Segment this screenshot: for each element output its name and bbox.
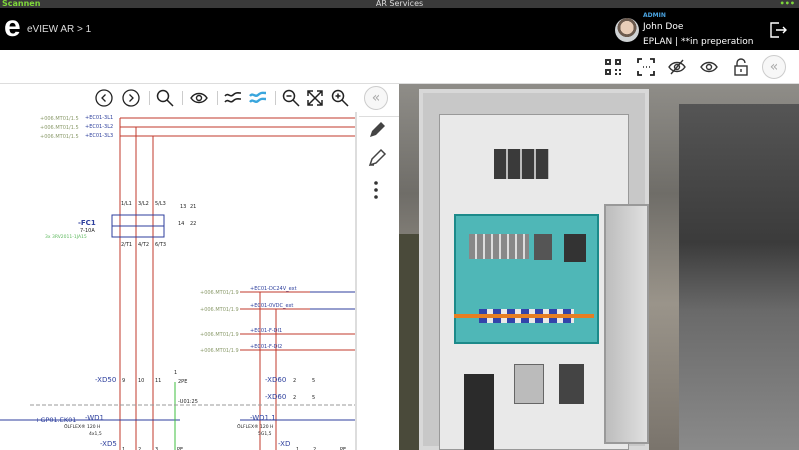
contactor	[494, 149, 549, 179]
terminal-label: 10	[138, 378, 144, 384]
gp01-label: +GP01.EK01	[35, 416, 76, 424]
wd1-label: -WD1	[85, 414, 104, 422]
divider	[182, 91, 183, 105]
terminal-label: 22	[190, 221, 196, 227]
terminal-label: 2/T1	[121, 242, 132, 248]
workshop-background	[679, 104, 799, 450]
scan-frame-icon[interactable]	[637, 58, 655, 76]
terminal-label: 9	[122, 378, 125, 384]
terminal-label: 21	[190, 204, 196, 210]
highlighter-icon[interactable]	[367, 148, 387, 168]
signal-name: +EC01-0VDC_ext	[250, 303, 293, 309]
previous-page-icon[interactable]	[95, 89, 113, 107]
divider	[359, 116, 399, 117]
avatar[interactable]	[615, 18, 639, 42]
power-supply	[514, 364, 544, 404]
terminal-label: 1/L1	[121, 201, 132, 207]
terminal-label: 5/L3	[155, 201, 166, 207]
divider	[217, 91, 218, 105]
wave-icon[interactable]	[224, 89, 242, 107]
zoom-out-icon[interactable]	[282, 89, 300, 107]
unlock-icon[interactable]	[732, 58, 750, 76]
eye-icon[interactable]	[190, 89, 208, 107]
signal-ref: +006.MT01/1.9	[200, 348, 239, 354]
next-page-icon[interactable]	[122, 89, 140, 107]
ar-camera-view[interactable]	[399, 84, 799, 450]
zoom-in-icon[interactable]	[331, 89, 349, 107]
terminal-block	[469, 234, 529, 259]
collapse-right-button[interactable]: «	[762, 55, 786, 79]
ref-label: +006.MT01/1.5	[40, 116, 79, 122]
breadcrumb[interactable]: eVIEW AR > 1	[27, 24, 91, 35]
terminal-label: 2	[293, 378, 296, 384]
component	[564, 234, 586, 262]
more-icon[interactable]	[371, 180, 381, 200]
signal-ref: +006.MT01/1.9	[200, 307, 239, 313]
signal-ref: +006.MT01/1.9	[200, 332, 239, 338]
wd1-cable: ÖLFLEX® 120 H	[64, 423, 100, 430]
app-header: e eVIEW AR > 1 ADMIN John Doe EPLAN | **…	[0, 8, 799, 50]
wiring-duct	[454, 314, 594, 318]
xd5-label: -XD5	[100, 440, 117, 448]
cabinet-door	[604, 204, 649, 444]
terminal-label: 14	[178, 221, 184, 227]
collapse-left-button[interactable]: «	[364, 86, 388, 110]
wave-active-icon[interactable]	[249, 89, 267, 107]
xd50-label: -XD50	[95, 376, 116, 384]
terminal-label: 13	[180, 204, 186, 210]
drive-unit	[464, 374, 494, 450]
status-title: AR Services	[375, 0, 424, 8]
eye-icon[interactable]	[700, 58, 718, 76]
user-role: ADMIN	[643, 12, 666, 19]
logout-icon[interactable]	[768, 20, 788, 40]
u01-label: -U01:25	[178, 399, 198, 405]
qr-code-icon[interactable]	[604, 58, 622, 76]
component	[559, 364, 584, 404]
device-rating: 7-10A	[80, 228, 95, 234]
part-number: 3x 3RV2011-1JA15	[45, 234, 87, 240]
line-label: +EC01-3L1	[85, 115, 113, 121]
terminal-label: 11	[155, 378, 161, 384]
wd11-cable: ÖLFLEX® 120 H	[237, 423, 273, 430]
signal-name: +EC01-DC24V_ext	[250, 286, 297, 292]
device-label: -FC1	[78, 219, 96, 227]
wd11-size: 5G1,5	[258, 431, 272, 437]
schematic-view[interactable]: +006.MT01/1.5 +006.MT01/1.5 +006.MT01/1.…	[0, 112, 357, 450]
divider	[275, 91, 276, 105]
wd11-label: -WD1.1	[250, 414, 276, 422]
schematic-toolbar	[0, 84, 360, 112]
signal-ref: +006.MT01/1.9	[200, 290, 239, 296]
xd-label: -XD	[278, 440, 290, 448]
component	[534, 234, 552, 260]
wd1-size: 4x1,5	[89, 431, 102, 437]
terminal-label: 5	[312, 395, 315, 401]
ar-toolbar: «	[0, 50, 799, 84]
user-name: John Doe	[643, 22, 684, 32]
fit-screen-icon[interactable]	[306, 89, 324, 107]
terminal-label: 6/T3	[155, 242, 166, 248]
signal-name: +EC01-F-DI2	[250, 344, 282, 350]
pen-icon[interactable]	[367, 120, 387, 140]
battery-indicator: •••	[779, 0, 795, 8]
xd60b-label: -XD60	[265, 393, 286, 401]
ref-label: +006.MT01/1.5	[40, 134, 79, 140]
divider	[149, 91, 150, 105]
user-org: EPLAN | **in preperation	[643, 37, 754, 47]
terminal-label: 1	[174, 370, 177, 376]
side-tools: «	[359, 84, 399, 450]
status-bar: Scannen AR Services •••	[0, 0, 799, 8]
line-label: +EC01-3L3	[85, 133, 113, 139]
terminal-label: 5	[312, 378, 315, 384]
signal-name: +EC01-F-DI1	[250, 328, 282, 334]
terminal-label: 3/L2	[138, 201, 149, 207]
terminal-label: 2	[293, 395, 296, 401]
hide-icon[interactable]	[668, 58, 686, 76]
xd60-label: -XD60	[265, 376, 286, 384]
eplan-logo[interactable]: e	[4, 12, 21, 42]
search-icon[interactable]	[156, 89, 174, 107]
ref-label: +006.MT01/1.5	[40, 125, 79, 131]
line-label: +EC01-3L2	[85, 124, 113, 130]
pe-label: 2PE	[178, 379, 187, 385]
terminal-label: 4/T2	[138, 242, 149, 248]
